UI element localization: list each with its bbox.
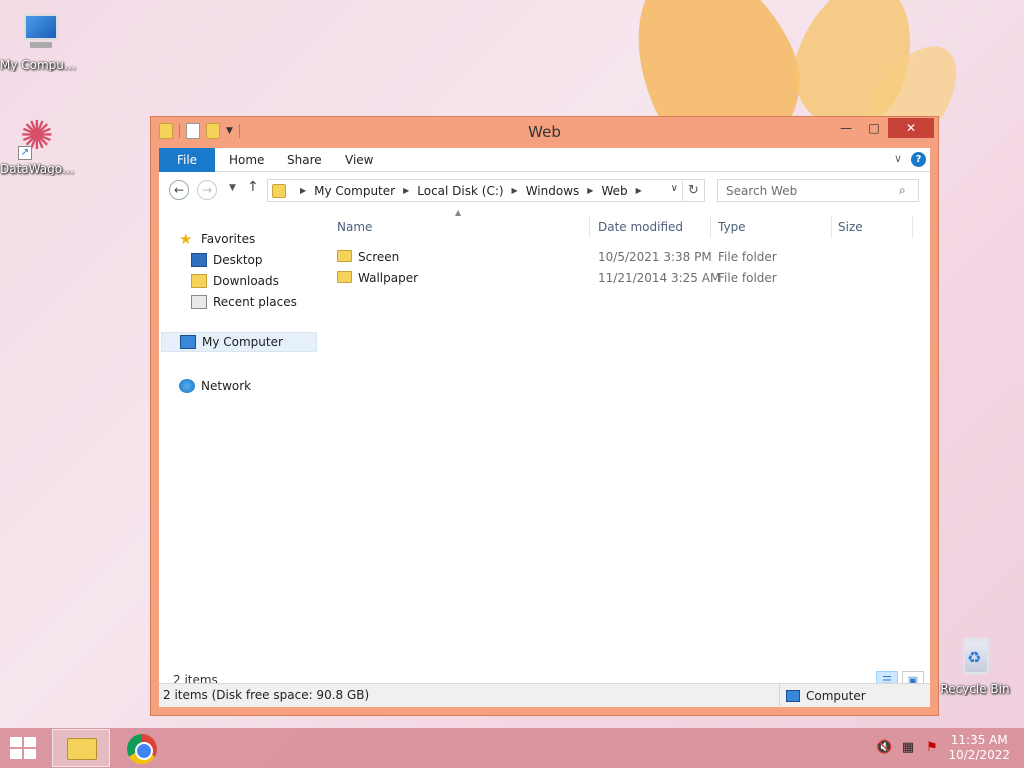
expand-ribbon-chevron-icon[interactable]: ∨	[894, 152, 902, 165]
recycle-bin-icon: ♻	[951, 632, 999, 680]
breadcrumb-chevron-icon[interactable]: ▶	[403, 186, 409, 195]
nav-my-computer[interactable]: My Computer	[161, 332, 317, 352]
action-center-icon[interactable]: ⚑	[924, 740, 940, 755]
recent-places-icon	[191, 295, 207, 309]
clock[interactable]: 11:35 AM 10/2/2022	[948, 733, 1010, 763]
computer-icon	[180, 335, 196, 349]
network-icon[interactable]: ▦	[900, 740, 916, 755]
desktop-icon-datawagon[interactable]: ✺ ↗ DataWagon...	[0, 112, 80, 176]
taskbar-file-explorer[interactable]	[52, 729, 110, 767]
clock-time: 11:35 AM	[950, 733, 1008, 747]
taskbar-chrome[interactable]	[114, 729, 172, 767]
file-type: File folder	[718, 271, 777, 285]
file-explorer-icon	[67, 738, 97, 760]
desktop-icon-recycle-bin[interactable]: ♻ Recycle Bin	[935, 632, 1015, 696]
help-icon[interactable]: ?	[911, 152, 926, 167]
breadcrumb-web[interactable]: Web	[601, 184, 627, 198]
navigation-bar: ← → ▼ ↑ ▶ My Computer ▶ Local Disk (C:) …	[159, 172, 930, 208]
file-name: Screen	[358, 250, 400, 264]
tab-file[interactable]: File	[159, 148, 215, 172]
taskbar: 🔇 ▦ ⚑ 11:35 AM 10/2/2022	[0, 728, 1024, 768]
file-date: 11/21/2014 3:25 AM	[598, 271, 721, 285]
nav-label: Favorites	[201, 232, 256, 246]
nav-label: My Computer	[202, 335, 283, 349]
clock-date: 10/2/2022	[948, 748, 1010, 762]
breadcrumb-chevron-icon[interactable]: ▶	[587, 186, 593, 195]
folder-icon	[337, 271, 352, 283]
star-icon: ★	[179, 230, 193, 248]
file-row[interactable]: Screen 10/5/2021 3:38 PM File folder	[327, 247, 930, 268]
breadcrumb-my-computer[interactable]: My Computer	[314, 184, 395, 198]
nav-recent-places[interactable]: Recent places	[191, 292, 297, 312]
address-history-chevron-icon[interactable]: ∨	[671, 183, 678, 194]
nav-label: Downloads	[213, 274, 279, 288]
breadcrumb-windows[interactable]: Windows	[526, 184, 580, 198]
navigation-pane: ★ Favorites Desktop Downloads Recent pla…	[159, 208, 319, 667]
column-header-date-modified[interactable]: Date modified	[598, 220, 683, 234]
sort-ascending-icon: ▲	[455, 208, 462, 217]
file-list: ▲ Name Date modified Type Size Screen 10…	[327, 208, 930, 667]
desktop-icon-label: My Computer	[0, 58, 80, 72]
recent-locations-chevron-icon[interactable]: ▼	[229, 183, 236, 193]
up-button[interactable]: ↑	[247, 179, 259, 195]
forward-button[interactable]: →	[197, 180, 217, 200]
tab-share[interactable]: Share	[273, 148, 336, 172]
tab-home[interactable]: Home	[215, 148, 278, 172]
computer-icon	[786, 690, 800, 702]
title-bar[interactable]: ▼ Web — □ ✕	[151, 117, 938, 147]
folder-icon	[272, 183, 286, 198]
column-header-type[interactable]: Type	[718, 220, 746, 234]
minimize-button[interactable]: —	[832, 118, 860, 138]
datawagon-icon: ✺ ↗	[18, 113, 54, 160]
start-button[interactable]	[10, 737, 38, 761]
close-button[interactable]: ✕	[888, 118, 934, 138]
network-icon	[179, 379, 195, 393]
downloads-icon	[191, 274, 207, 288]
nav-desktop[interactable]: Desktop	[191, 250, 263, 270]
chrome-icon	[127, 734, 157, 764]
back-button[interactable]: ←	[169, 180, 189, 200]
file-name: Wallpaper	[358, 271, 419, 285]
window-title: Web	[528, 123, 561, 141]
computer-icon	[16, 8, 64, 56]
status-text: 2 items (Disk free space: 90.8 GB)	[163, 688, 370, 702]
breadcrumb-chevron-icon[interactable]: ▶	[512, 186, 518, 195]
file-row[interactable]: Wallpaper 11/21/2014 3:25 AM File folder	[327, 268, 930, 289]
status-location-label: Computer	[806, 689, 866, 703]
status-bar: 2 items (Disk free space: 90.8 GB) Compu…	[159, 683, 930, 708]
address-bar[interactable]: ▶ My Computer ▶ Local Disk (C:) ▶ Window…	[267, 179, 705, 202]
window-content: File Home Share View ∨ ? ← → ▼ ↑ ▶ My Co…	[159, 148, 930, 708]
system-tray: 🔇 ▦ ⚑	[876, 740, 940, 755]
nav-label: Network	[201, 379, 252, 393]
desktop-icon-my-computer[interactable]: My Computer	[0, 8, 80, 72]
nav-network[interactable]: Network	[179, 376, 251, 396]
nav-downloads[interactable]: Downloads	[191, 271, 279, 291]
file-date: 10/5/2021 3:38 PM	[598, 250, 712, 264]
maximize-button[interactable]: □	[860, 118, 888, 138]
nav-label: Desktop	[213, 253, 263, 267]
breadcrumb-chevron-icon[interactable]: ▶	[300, 186, 306, 195]
nav-label: Recent places	[213, 295, 297, 309]
breadcrumb-chevron-icon[interactable]: ▶	[636, 186, 642, 195]
desktop-icon-label: Recycle Bin	[940, 682, 1010, 696]
status-location: Computer	[779, 684, 929, 708]
search-input[interactable]	[717, 179, 919, 202]
refresh-icon[interactable]: ↻	[682, 180, 704, 201]
search-icon[interactable]: ⌕	[899, 183, 906, 198]
explorer-window: ▼ Web — □ ✕ File Home Share View ∨ ? ← →…	[150, 116, 939, 716]
folder-icon	[337, 250, 352, 262]
nav-favorites[interactable]: ★ Favorites	[179, 229, 255, 249]
volume-muted-icon[interactable]: 🔇	[876, 740, 892, 755]
desktop-icon-label: DataWagon...	[0, 162, 80, 176]
ribbon: File Home Share View ∨ ?	[159, 148, 930, 172]
desktop-icon	[191, 253, 207, 267]
column-header-size[interactable]: Size	[838, 220, 863, 234]
file-type: File folder	[718, 250, 777, 264]
column-header-name[interactable]: Name	[337, 220, 372, 234]
tab-view[interactable]: View	[331, 148, 387, 172]
breadcrumb-local-disk[interactable]: Local Disk (C:)	[417, 184, 503, 198]
